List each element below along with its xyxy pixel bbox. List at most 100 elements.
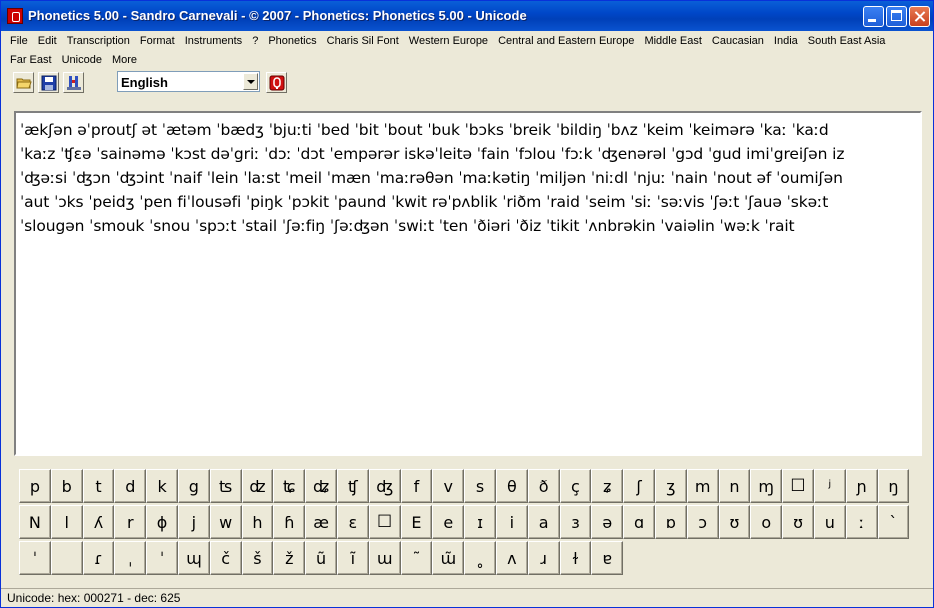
- key-button[interactable]: ũ: [305, 541, 337, 575]
- key-button[interactable]: ɜ: [559, 505, 592, 539]
- key-button[interactable]: ɔ: [686, 505, 719, 539]
- key-button[interactable]: ɹ: [527, 541, 560, 575]
- key-button[interactable]: p: [19, 469, 51, 503]
- key-button[interactable]: k: [146, 469, 178, 503]
- menu-item-help[interactable]: ?: [247, 35, 263, 47]
- key-button[interactable]: w: [209, 505, 242, 539]
- key-button[interactable]: č: [209, 541, 242, 575]
- menu-item-transcription[interactable]: Transcription: [62, 35, 135, 47]
- key-button[interactable]: ɛ: [336, 505, 369, 539]
- key-button[interactable]: b: [50, 469, 83, 503]
- key-button[interactable]: g: [177, 469, 210, 503]
- key-button[interactable]: m: [686, 469, 719, 503]
- key-button[interactable]: f: [400, 469, 433, 503]
- chevron-down-icon[interactable]: [243, 73, 258, 90]
- transcription-editor[interactable]: ˈækʃən əˈproutʃ ət ˈætəm ˈbædʒ ˈbjuːti ˈ…: [14, 111, 922, 456]
- key-button[interactable]: ː: [845, 505, 878, 539]
- key-button[interactable]: v: [432, 469, 465, 503]
- key-button[interactable]: ʧ: [336, 469, 369, 503]
- close-button[interactable]: [909, 6, 930, 27]
- key-button[interactable]: E: [400, 505, 433, 539]
- title-bar[interactable]: Phonetics 5.00 - Sandro Carnevali - © 20…: [1, 1, 933, 31]
- key-button[interactable]: o: [750, 505, 783, 539]
- open-button[interactable]: [13, 72, 34, 93]
- menu-item-middle-east[interactable]: Middle East: [639, 35, 706, 47]
- key-button[interactable]: ʥ: [305, 469, 337, 503]
- app-logo-icon[interactable]: [7, 8, 23, 24]
- key-button[interactable]: ☐: [368, 505, 401, 539]
- key-button[interactable]: ɫ: [559, 541, 592, 575]
- key-button[interactable]: N: [19, 505, 51, 539]
- key-button[interactable]: ʊ: [782, 505, 814, 539]
- key-button[interactable]: ž: [273, 541, 306, 575]
- key-button[interactable]: ʤ: [368, 469, 401, 503]
- key-button[interactable]: š: [241, 541, 274, 575]
- key-button[interactable]: ɯ: [368, 541, 401, 575]
- key-button[interactable]: ɪ: [464, 505, 496, 539]
- menu-item-more[interactable]: More: [107, 54, 142, 66]
- key-button[interactable]: ˈ: [19, 541, 51, 575]
- key-button[interactable]: ə: [591, 505, 624, 539]
- menu-item-instruments[interactable]: Instruments: [180, 35, 247, 47]
- key-button[interactable]: d: [114, 469, 147, 503]
- key-button[interactable]: ɑ: [623, 505, 655, 539]
- menu-item-south-east-asia[interactable]: South East Asia: [803, 35, 891, 47]
- key-button[interactable]: ☐: [782, 469, 814, 503]
- key-button[interactable]: æ: [305, 505, 337, 539]
- menu-item-unicode[interactable]: Unicode: [57, 54, 107, 66]
- key-button[interactable]: ɯ̃: [432, 541, 465, 575]
- key-button[interactable]: ɾ: [82, 541, 115, 575]
- key-button[interactable]: r: [114, 505, 147, 539]
- menu-item-charis-sil-font[interactable]: Charis Sil Font: [322, 35, 404, 47]
- key-button[interactable]: a: [527, 505, 560, 539]
- key-button[interactable]: ʑ: [591, 469, 624, 503]
- key-button[interactable]: ɐ: [591, 541, 624, 575]
- key-button[interactable]: e: [432, 505, 465, 539]
- key-button[interactable]: ʣ: [241, 469, 274, 503]
- menu-item-caucasian[interactable]: Caucasian: [707, 35, 769, 47]
- key-button[interactable]: [50, 541, 83, 575]
- key-button[interactable]: ʦ: [209, 469, 242, 503]
- key-button[interactable]: n: [718, 469, 751, 503]
- key-button[interactable]: ŋ: [877, 469, 910, 503]
- key-button[interactable]: i: [495, 505, 528, 539]
- key-button[interactable]: j: [177, 505, 210, 539]
- key-button[interactable]: ʌ: [495, 541, 528, 575]
- record-button[interactable]: [266, 72, 287, 93]
- key-button[interactable]: ʃ: [623, 469, 655, 503]
- key-button[interactable]: s: [464, 469, 496, 503]
- key-button[interactable]: θ: [495, 469, 528, 503]
- key-button[interactable]: ˈ: [146, 541, 178, 575]
- key-button[interactable]: ˳: [464, 541, 496, 575]
- key-button[interactable]: ʒ: [654, 469, 687, 503]
- tools-button[interactable]: [63, 72, 84, 93]
- key-button[interactable]: ʨ: [273, 469, 306, 503]
- maximize-button[interactable]: [886, 6, 907, 27]
- key-button[interactable]: ɸ: [146, 505, 178, 539]
- menu-item-file[interactable]: File: [5, 35, 33, 47]
- key-button[interactable]: ʲ: [813, 469, 846, 503]
- save-button[interactable]: [38, 72, 59, 93]
- key-button[interactable]: u: [813, 505, 846, 539]
- menu-item-edit[interactable]: Edit: [33, 35, 62, 47]
- key-button[interactable]: ɦ: [273, 505, 306, 539]
- key-button[interactable]: ð: [527, 469, 560, 503]
- minimize-button[interactable]: [863, 6, 884, 27]
- key-button[interactable]: ˌ: [114, 541, 147, 575]
- menu-item-india[interactable]: India: [769, 35, 803, 47]
- menu-item-central-and-eastern-europe[interactable]: Central and Eastern Europe: [493, 35, 639, 47]
- key-button[interactable]: ɲ: [845, 469, 878, 503]
- key-button[interactable]: ĩ: [336, 541, 369, 575]
- key-button[interactable]: h: [241, 505, 274, 539]
- menu-item-far-east[interactable]: Far East: [5, 54, 57, 66]
- key-button[interactable]: ɒ: [654, 505, 687, 539]
- key-button[interactable]: t: [82, 469, 115, 503]
- key-button[interactable]: ɰ: [177, 541, 210, 575]
- menu-item-phonetics[interactable]: Phonetics: [263, 35, 321, 47]
- menu-item-western-europe[interactable]: Western Europe: [404, 35, 493, 47]
- menu-item-format[interactable]: Format: [135, 35, 180, 47]
- key-button[interactable]: ç: [559, 469, 592, 503]
- key-button[interactable]: l: [50, 505, 83, 539]
- language-select[interactable]: English: [117, 71, 260, 92]
- key-button[interactable]: ˋ: [877, 505, 910, 539]
